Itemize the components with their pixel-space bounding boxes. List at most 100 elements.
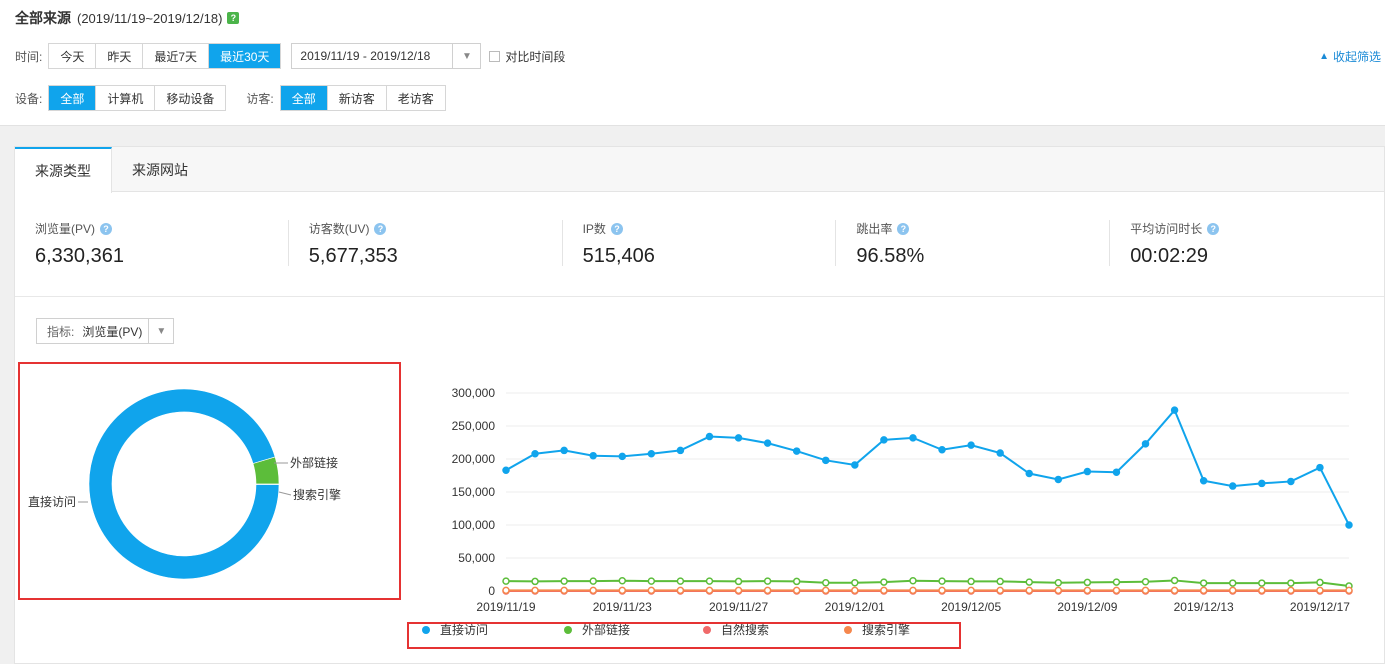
data-point-搜索引擎: [1054, 586, 1063, 595]
help-icon[interactable]: ?: [610, 222, 623, 235]
device-mobile-button[interactable]: 移动设备: [155, 86, 225, 110]
time-today-button[interactable]: 今天: [49, 44, 97, 68]
indicator-select[interactable]: 指标: 浏览量(PV) ▼: [36, 318, 175, 344]
help-icon[interactable]: ?: [374, 222, 387, 235]
metric-value: 6,330,361: [35, 245, 124, 267]
data-point-外部链接: [1025, 578, 1033, 586]
metric-bounce-rate: 跳出率? 96.58%: [836, 220, 1111, 267]
filter-panel: 全部来源 (2019/11/19~2019/12/18) ? 时间: 今天 昨天…: [0, 0, 1385, 126]
data-point-外部链接: [1316, 578, 1324, 587]
data-point-搜索引擎: [618, 586, 627, 595]
data-point-外部链接: [967, 577, 975, 586]
tab-source-type[interactable]: 来源类型: [15, 147, 112, 193]
data-point-外部链接: [763, 577, 772, 585]
help-icon[interactable]: ?: [1207, 222, 1220, 235]
data-point-外部链接: [880, 578, 888, 586]
x-tick-label: 2019/12/13: [1174, 600, 1234, 614]
chevron-down-icon[interactable]: ▼: [452, 44, 480, 68]
data-point-直接访问: [938, 446, 946, 454]
y-tick-label: 150,000: [452, 485, 496, 499]
page-title-text: 全部来源: [15, 10, 71, 26]
data-point-搜索引擎: [792, 586, 801, 595]
date-range-value: 2019/11/19 - 2019/12/18: [300, 49, 431, 63]
data-point-搜索引擎: [705, 586, 714, 595]
metric-value: 96.58%: [856, 245, 925, 267]
tab-source-site[interactable]: 来源网站: [112, 147, 208, 192]
metric-avg-duration: 平均访问时长? 00:02:29: [1110, 220, 1384, 267]
data-point-搜索引擎: [1141, 586, 1150, 595]
x-tick-label: 2019/12/05: [941, 600, 1001, 614]
data-point-搜索引擎: [996, 586, 1004, 595]
data-point-搜索引擎: [1025, 586, 1033, 595]
metric-value: 515,406: [582, 245, 655, 267]
device-label: 设备:: [15, 91, 43, 106]
page-title: 全部来源 (2019/11/19~2019/12/18) ?: [15, 8, 240, 28]
series-line-直接访问: [505, 408, 1350, 526]
y-tick-label: 300,000: [452, 386, 496, 400]
help-icon[interactable]: ?: [897, 222, 910, 235]
data-point-直接访问: [1170, 406, 1179, 414]
checkbox-box[interactable]: [489, 50, 501, 62]
data-point-外部链接: [502, 577, 510, 585]
data-point-搜索引擎: [1316, 586, 1324, 595]
y-tick-label: 200,000: [452, 452, 496, 466]
data-point-外部链接: [1112, 578, 1121, 586]
data-point-直接访问: [763, 439, 772, 447]
metric-pv: 浏览量(PV)? 6,330,361: [15, 220, 289, 267]
data-point-直接访问: [1228, 482, 1237, 490]
time-last30-button[interactable]: 最近30天: [209, 44, 281, 68]
data-point-直接访问: [1199, 477, 1208, 485]
time-last7-button[interactable]: 最近7天: [143, 44, 210, 68]
data-point-外部链接: [938, 577, 946, 585]
collapse-filter-label: 收起筛选: [1332, 50, 1381, 64]
visitor-all-button[interactable]: 全部: [280, 86, 328, 110]
data-point-外部链接: [705, 577, 714, 585]
device-computer-button[interactable]: 计算机: [96, 86, 156, 110]
data-point-外部链接: [676, 577, 685, 585]
data-point-外部链接: [851, 579, 859, 587]
data-point-外部链接: [560, 577, 568, 585]
metric-value: 5,677,353: [308, 245, 398, 267]
data-point-外部链接: [618, 577, 627, 585]
data-point-外部链接: [792, 577, 801, 586]
data-point-外部链接: [1228, 579, 1237, 587]
legend-marker: [703, 626, 711, 634]
device-all-button[interactable]: 全部: [49, 86, 97, 110]
visitor-new-button[interactable]: 新访客: [328, 86, 387, 110]
help-icon[interactable]: ?: [100, 222, 113, 235]
data-point-直接访问: [851, 461, 859, 469]
x-tick-label: 2019/11/27: [709, 600, 768, 614]
data-point-直接访问: [531, 449, 539, 458]
data-point-外部链接: [647, 577, 656, 585]
donut-label-direct: 直接访问: [28, 494, 76, 509]
data-point-外部链接: [589, 577, 597, 585]
time-label: 时间:: [15, 49, 43, 64]
y-tick-label: 0: [488, 584, 495, 598]
compare-period-checkbox[interactable]: 对比时间段: [489, 48, 565, 65]
data-point-搜索引擎: [589, 586, 597, 595]
data-point-搜索引擎: [1112, 586, 1121, 595]
metrics-bar: 浏览量(PV)? 6,330,361 访客数(UV)? 5,677,353 IP…: [15, 192, 1384, 297]
data-point-搜索引擎: [1258, 586, 1266, 595]
time-yesterday-button[interactable]: 昨天: [96, 44, 144, 68]
legend-label: 外部链接: [582, 622, 630, 637]
chevron-down-icon[interactable]: ▼: [148, 319, 173, 343]
data-point-直接访问: [1316, 463, 1324, 472]
data-point-直接访问: [1345, 521, 1353, 529]
metric-ip: IP数? 515,406: [563, 220, 837, 267]
collapse-filter-link[interactable]: ▲ 收起筛选: [1319, 48, 1381, 65]
legend-label: 直接访问: [440, 622, 488, 637]
legend-marker: [844, 626, 852, 634]
data-point-搜索引擎: [909, 586, 917, 595]
help-icon[interactable]: ?: [227, 12, 240, 24]
y-tick-label: 50,000: [458, 551, 495, 565]
data-point-外部链接: [909, 577, 917, 585]
date-range-picker[interactable]: 2019/11/19 - 2019/12/18 ▼: [291, 43, 482, 69]
visitor-returning-button[interactable]: 老访客: [387, 86, 445, 110]
data-point-搜索引擎: [1345, 586, 1353, 595]
data-point-直接访问: [909, 434, 917, 442]
indicator-value: 浏览量(PV): [82, 324, 143, 339]
data-point-直接访问: [1025, 469, 1033, 478]
donut-slice-直接访问: [88, 388, 280, 580]
metric-label: 访客数(UV): [308, 222, 370, 236]
